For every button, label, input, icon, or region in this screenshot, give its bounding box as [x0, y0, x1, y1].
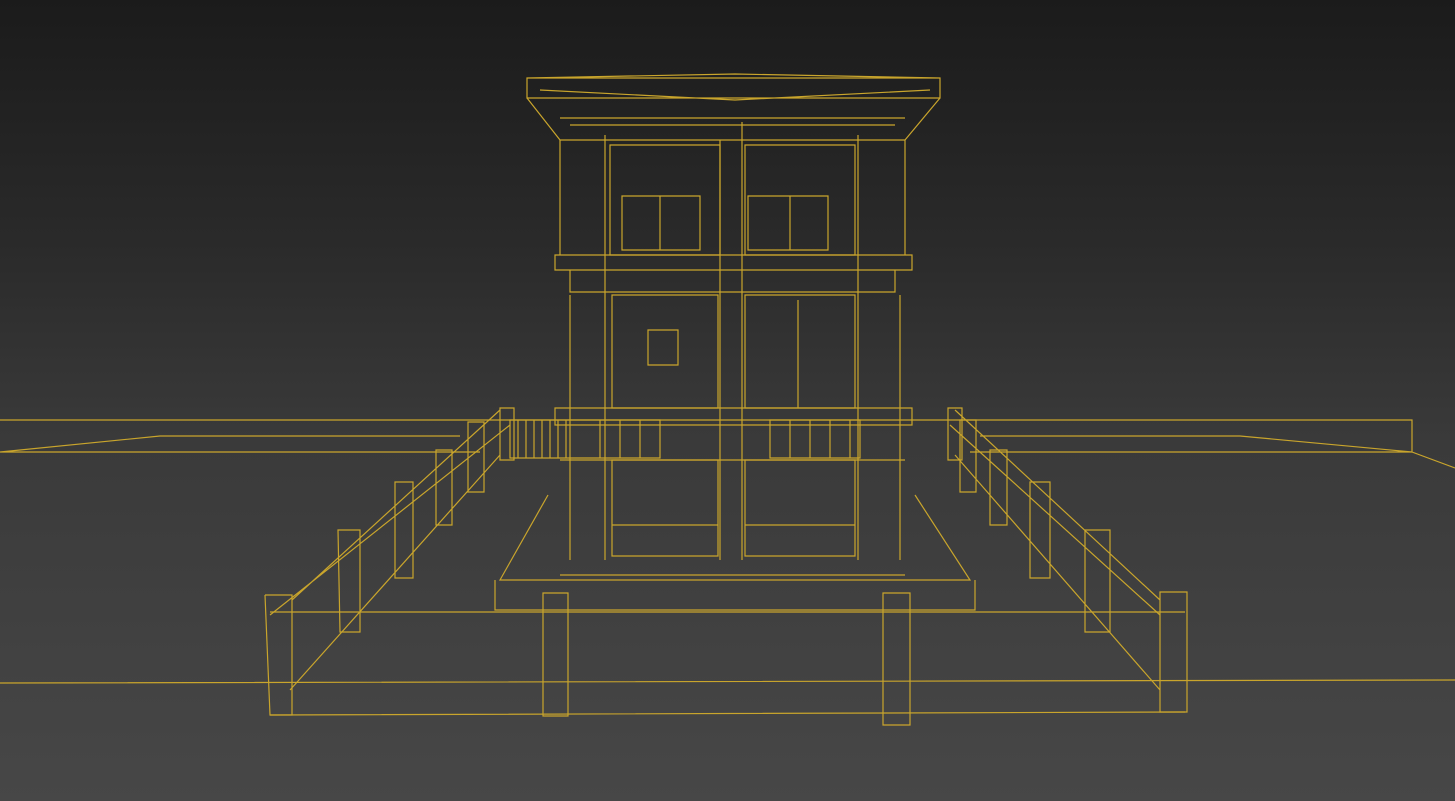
3d-viewport[interactable] — [0, 0, 1455, 801]
ground-plane — [0, 419, 1455, 716]
balcony-railings — [509, 419, 861, 459]
house-roof — [526, 73, 941, 141]
wireframe-model — [0, 73, 1455, 726]
house-ground-floor — [494, 459, 976, 611]
fence-right — [882, 407, 1188, 726]
fence-left — [264, 407, 569, 717]
house-upper-floor — [554, 122, 913, 560]
